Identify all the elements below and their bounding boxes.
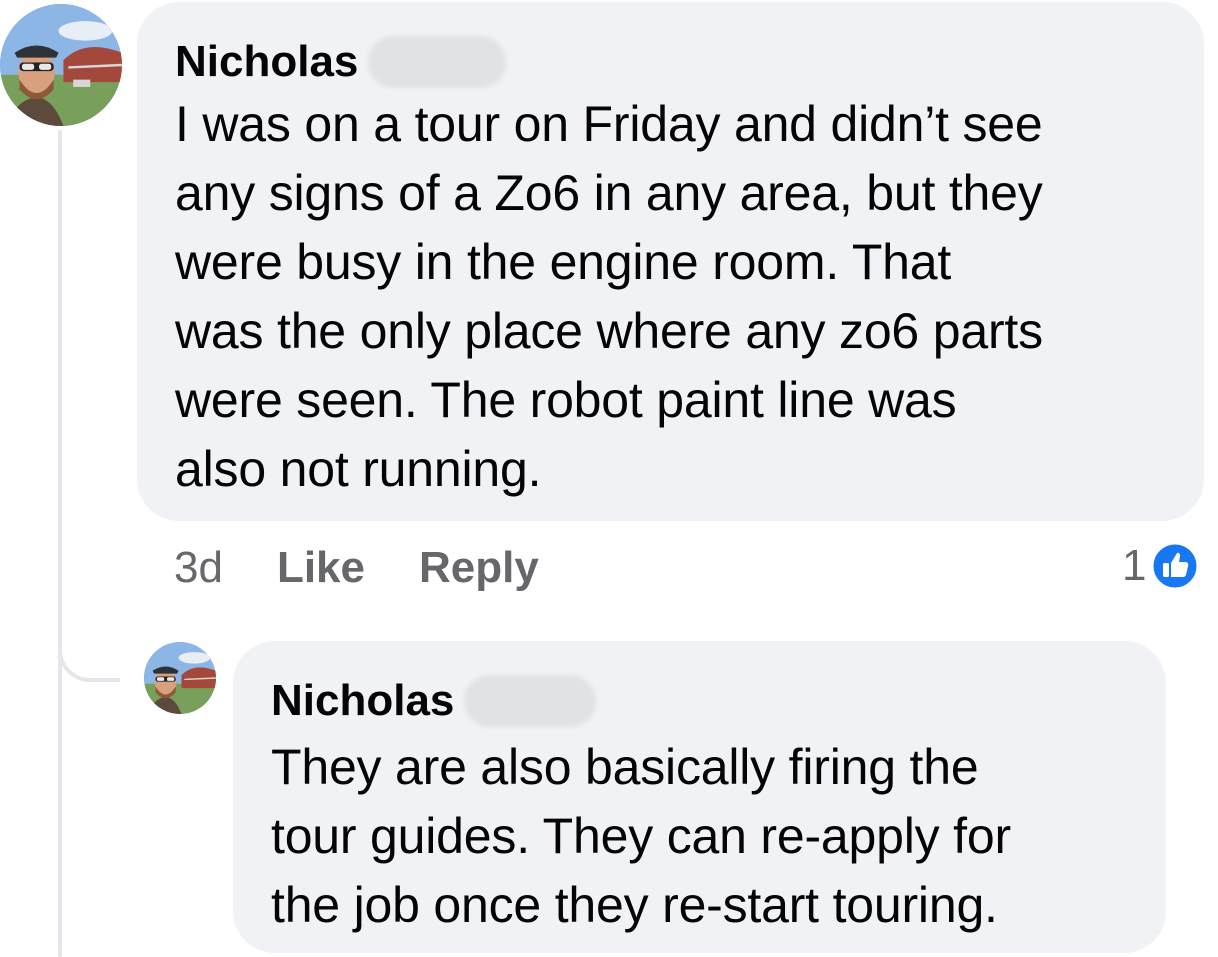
- reply-text: They are also basically firing the tour …: [271, 739, 1011, 933]
- profile-photo: [144, 642, 216, 714]
- comment-timestamp[interactable]: 3d: [174, 542, 223, 594]
- avatar[interactable]: [0, 4, 122, 126]
- comment-bubble: Nicholas I was on a tour on Friday and d…: [137, 2, 1204, 521]
- comment-header: Nicholas: [175, 36, 507, 88]
- profile-photo: [0, 4, 122, 126]
- author-name[interactable]: Nicholas: [175, 38, 358, 86]
- thread-line: [58, 130, 62, 957]
- reply-button[interactable]: Reply: [419, 542, 539, 594]
- reply-bubble: Nicholas They are also basically firing …: [233, 641, 1166, 953]
- reaction-count: 1: [1122, 541, 1147, 590]
- comment-text: I was on a tour on Friday and didn’t see…: [175, 96, 1043, 497]
- reply-author-name[interactable]: Nicholas: [271, 677, 454, 725]
- comment-actions: 3d Like Reply: [174, 542, 593, 594]
- like-thumb-icon: [1150, 541, 1200, 591]
- redacted-surname: [368, 36, 507, 88]
- thread-connector: [58, 620, 120, 682]
- like-button[interactable]: Like: [277, 542, 365, 594]
- reply-header: Nicholas: [271, 675, 597, 727]
- redacted-surname: [464, 675, 597, 727]
- reply-avatar[interactable]: [144, 642, 216, 714]
- reaction-summary[interactable]: 1: [1122, 540, 1200, 592]
